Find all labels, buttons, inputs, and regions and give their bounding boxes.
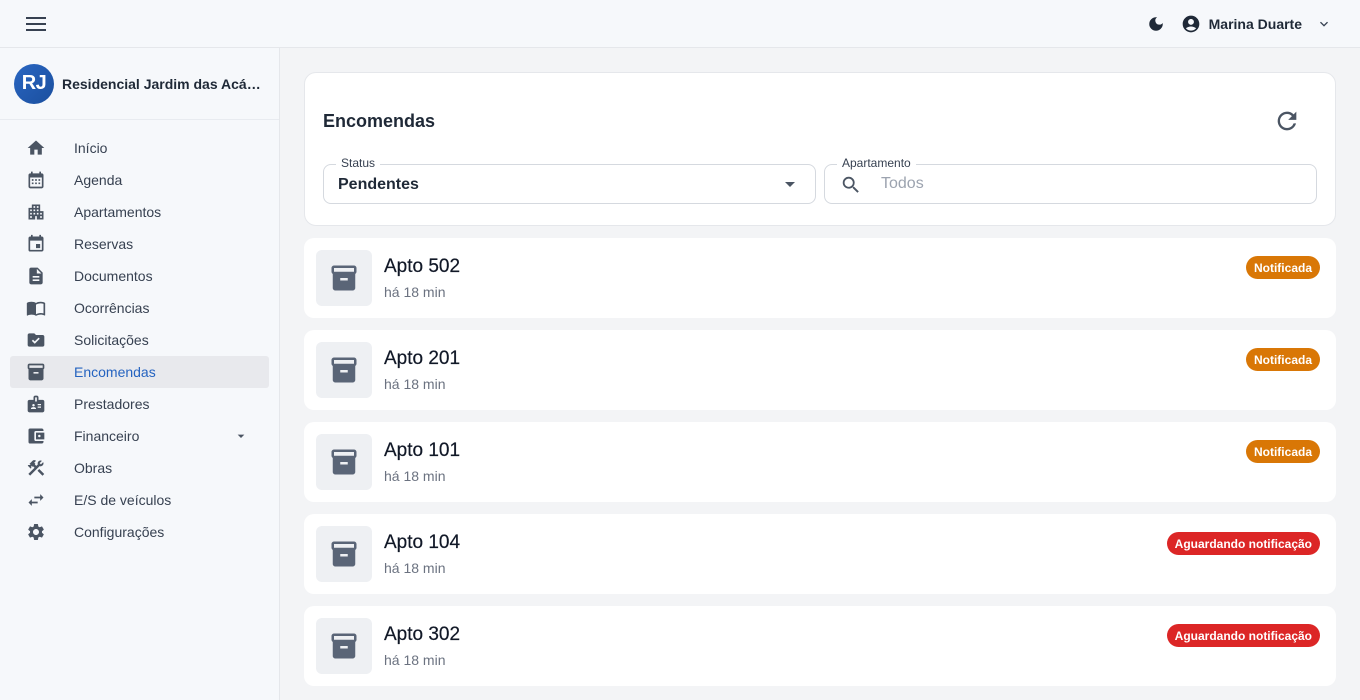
sidebar-item-label: E/S de veículos	[74, 492, 172, 508]
sidebar-item-label: Obras	[74, 460, 113, 476]
condo-avatar: RJ	[14, 63, 54, 104]
document-icon	[26, 266, 46, 286]
sidebar-item-configuracoes[interactable]: Configurações	[10, 516, 269, 548]
badge-icon	[26, 394, 46, 414]
package-avatar	[316, 342, 372, 398]
apartment-filter: Apartamento	[824, 156, 1317, 204]
search-icon	[842, 176, 859, 193]
apartment-name: Apto 104	[384, 532, 461, 553]
status-value: Pendentes	[338, 176, 419, 193]
top-bar: Marina Duarte	[0, 0, 1360, 48]
sidebar-item-label: Ocorrências	[74, 300, 150, 316]
sidebar-item-documentos[interactable]: Documentos	[10, 260, 269, 292]
list-item[interactable]: Apto 302 há 18 min Aguardando notificaçã…	[304, 606, 1336, 686]
folder-icon	[26, 330, 46, 350]
swap-icon	[26, 490, 46, 510]
time-ago: há 18 min	[384, 284, 446, 300]
status-badge: Notificada	[1245, 348, 1320, 371]
time-ago: há 18 min	[384, 376, 446, 392]
status-select[interactable]: Status Pendentes	[323, 156, 816, 204]
sidebar-item-ocorrencias[interactable]: Ocorrências	[10, 292, 269, 324]
chevron-down-icon	[1320, 21, 1328, 27]
time-ago: há 18 min	[384, 652, 446, 668]
apartment-icon	[26, 202, 46, 222]
sidebar-item-prestadores[interactable]: Prestadores	[10, 388, 269, 420]
apartment-name: Apto 101	[384, 440, 461, 461]
tools-icon	[26, 458, 46, 478]
sidebar-item-label: Início	[74, 140, 108, 156]
sidebar-nav: Início Agenda Apartamentos Reservas Docu…	[0, 120, 279, 548]
list-item[interactable]: Apto 201 há 18 min Notificada	[304, 330, 1336, 410]
sidebar-item-obras[interactable]: Obras	[10, 452, 269, 484]
sidebar-item-label: Documentos	[74, 268, 153, 284]
sidebar-item-label: Configurações	[74, 524, 165, 540]
apartment-label: Apartamento	[837, 156, 916, 170]
page-title: Encomendas	[323, 111, 436, 131]
sidebar-item-label: Financeiro	[74, 428, 140, 444]
user-menu[interactable]: Marina Duarte	[1181, 14, 1332, 34]
menu-icon	[26, 17, 46, 31]
sidebar-item-label: Agenda	[74, 172, 123, 188]
sidebar: RJ Residencial Jardim das Acácias Início…	[0, 48, 280, 700]
wallet-icon	[26, 426, 46, 446]
package-list: Apto 502 há 18 min Notificada Apto 201 h…	[304, 238, 1336, 686]
sidebar-item-label: Solicitações	[74, 332, 149, 348]
archive-icon	[331, 541, 357, 567]
filter-card: Encomendas Status Pendentes Apartamento	[304, 72, 1336, 226]
sidebar-item-label: Reservas	[74, 236, 134, 252]
list-item[interactable]: Apto 101 há 18 min Notificada	[304, 422, 1336, 502]
apartment-name: Apto 502	[384, 256, 461, 277]
moon-icon	[1148, 17, 1163, 31]
caret-down-icon	[233, 428, 249, 449]
menu-button[interactable]	[24, 14, 48, 34]
user-name: Marina Duarte	[1208, 16, 1302, 32]
sidebar-item-inicio[interactable]: Início	[10, 132, 269, 164]
sidebar-item-apartamentos[interactable]: Apartamentos	[10, 196, 269, 228]
list-item[interactable]: Apto 502 há 18 min Notificada	[304, 238, 1336, 318]
condo-name: Residencial Jardim das Acácias	[62, 75, 262, 92]
sidebar-item-solicitacoes[interactable]: Solicitações	[10, 324, 269, 356]
account-circle-icon	[1182, 15, 1199, 33]
calendar-icon	[26, 170, 46, 190]
sidebar-item-label: Prestadores	[74, 396, 150, 412]
package-avatar	[316, 250, 372, 306]
sidebar-item-encomendas[interactable]: Encomendas	[10, 356, 269, 388]
sidebar-item-agenda[interactable]: Agenda	[10, 164, 269, 196]
sidebar-item-label: Apartamentos	[74, 204, 162, 220]
status-label: Status	[336, 156, 381, 170]
package-avatar	[316, 434, 372, 490]
sidebar-item-label: Encomendas	[74, 364, 156, 380]
book-icon	[26, 298, 46, 318]
archive-icon	[331, 633, 357, 659]
time-ago: há 18 min	[384, 468, 446, 484]
apartment-name: Apto 302	[384, 624, 461, 645]
main-content: Encomendas Status Pendentes Apartamento …	[304, 72, 1336, 698]
gear-icon	[26, 522, 46, 542]
apartment-search-input[interactable]	[881, 173, 1301, 195]
package-avatar	[316, 618, 372, 674]
status-badge: Notificada	[1245, 440, 1320, 463]
apartment-name: Apto 201	[384, 348, 461, 369]
sidebar-item-reservas[interactable]: Reservas	[10, 228, 269, 260]
archive-icon	[331, 357, 357, 383]
home-icon	[26, 138, 46, 158]
refresh-icon	[1277, 111, 1297, 131]
refresh-button[interactable]	[1273, 107, 1301, 135]
archive-icon	[331, 449, 357, 475]
archive-icon	[331, 265, 357, 291]
sidebar-item-veiculos[interactable]: E/S de veículos	[10, 484, 269, 516]
status-badge: Aguardando notificação	[1166, 532, 1320, 555]
package-avatar	[316, 526, 372, 582]
list-item[interactable]: Apto 104 há 18 min Aguardando notificaçã…	[304, 514, 1336, 594]
condo-header[interactable]: RJ Residencial Jardim das Acácias	[0, 48, 279, 120]
time-ago: há 18 min	[384, 560, 446, 576]
status-badge: Aguardando notificação	[1166, 624, 1320, 647]
archive-icon	[26, 362, 46, 382]
sidebar-item-financeiro[interactable]: Financeiro	[10, 420, 269, 452]
caret-down-icon	[785, 182, 795, 187]
event-icon	[26, 234, 46, 254]
dark-mode-toggle[interactable]	[1147, 15, 1165, 33]
status-badge: Notificada	[1245, 256, 1320, 279]
